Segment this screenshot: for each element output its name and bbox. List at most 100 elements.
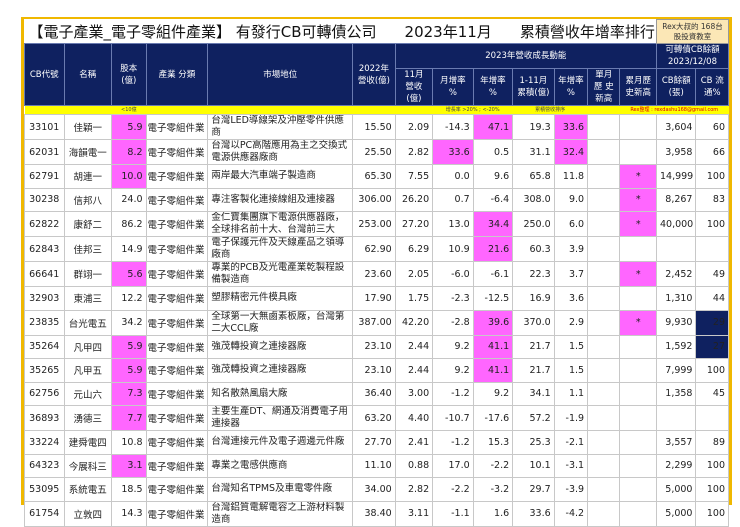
cb-revenue-table: 【電子產業_電子零組件產業】 有發行CB可轉債公司 2023年11月 累積營收年增率…: [24, 19, 730, 527]
cell-chigh: [619, 500, 657, 527]
cell-code: 62031: [24, 139, 65, 165]
cell-chigh: [619, 236, 657, 262]
col-industry: 產業 分類: [145, 43, 209, 106]
cell-capital: 5.9: [111, 114, 147, 140]
cell-market: 台灣以PC高階應用為主之交換式電源供應器廠商: [207, 139, 354, 165]
cell-name: 胡連一: [63, 164, 113, 189]
cell-rev2022: 63.20: [352, 405, 396, 431]
cell-mom: -2.2: [432, 477, 474, 502]
cell-mom: -14.3: [432, 114, 474, 140]
cell-mhigh: [587, 211, 621, 237]
cell-code: 62756: [24, 381, 65, 406]
cell-capital: 5.9: [111, 334, 147, 359]
table-row: 62756 元山六 7.3 電子零組件業 知名散熱風扇大廠 36.40 3.00 -1.2 9.…: [24, 381, 729, 406]
cell-mom: 17.0: [432, 453, 474, 478]
cell-name: 群翊一: [63, 261, 113, 287]
cell-market: 強茂轉投資之連接器廠: [207, 334, 354, 359]
cell-float: 66: [695, 139, 729, 165]
cell-industry: 電子零組件業: [145, 405, 209, 431]
cell-code: 61754: [24, 500, 65, 527]
cell-rev2022: 62.90: [352, 236, 396, 262]
cell-cum-yoy: -3.1: [553, 453, 589, 478]
cell-capital: 24.0: [111, 187, 147, 212]
cell-cum-yoy: -3.9: [553, 477, 589, 502]
cell-chigh: *: [619, 211, 657, 237]
cell-rev2022: 36.40: [352, 381, 396, 406]
cell-yoy: 0.5: [472, 139, 514, 165]
cell-code: 35264: [24, 334, 65, 359]
cell-chigh: [619, 430, 657, 455]
cell-mhigh: [587, 261, 621, 287]
cell-nov: 26.20: [394, 187, 434, 212]
cell-code: 33224: [24, 430, 65, 455]
cell-mhigh: [587, 381, 621, 406]
cell-mhigh: [587, 164, 621, 189]
col-cb-float: CB 流通%: [695, 68, 729, 106]
cell-cb: 2,452: [655, 261, 697, 287]
cell-industry: 電子零組件業: [145, 286, 209, 311]
cell-cb: 8,267: [655, 187, 697, 212]
cell-market: 台灣知名TPMS及車電零件廠: [207, 477, 354, 502]
cell-cb: 1,310: [655, 286, 697, 311]
cell-rev2022: 253.00: [352, 211, 396, 237]
cell-rev2022: 23.10: [352, 358, 396, 383]
col-rev2022: 2022年 營收(億): [352, 43, 396, 106]
cell-float: 45: [695, 381, 729, 406]
table-row: 23835 台光電五 34.2 電子零組件業 全球第一大無鹵素板廠，台灣第二大CCL廠 3…: [24, 309, 729, 336]
cell-chigh: [619, 139, 657, 165]
cell-chigh: [619, 334, 657, 359]
cell-cum: 33.6: [512, 500, 555, 527]
cell-rev2022: 387.00: [352, 309, 396, 336]
cell-float: 60: [695, 114, 729, 140]
cell-float: 44: [695, 286, 729, 311]
cell-nov: 2.82: [394, 477, 434, 502]
cell-capital: 5.6: [111, 261, 147, 287]
cell-cum: 60.3: [512, 236, 555, 262]
cell-cum: 65.8: [512, 164, 555, 189]
cell-mom: -1.1: [432, 500, 474, 527]
cell-rev2022: 27.70: [352, 430, 396, 455]
cell-cb: 3,604: [655, 114, 697, 140]
cell-nov: 2.41: [394, 430, 434, 455]
cell-industry: 電子零組件業: [145, 430, 209, 455]
cell-float: 100: [695, 211, 729, 237]
cell-chigh: *: [619, 187, 657, 212]
cell-cum: 21.7: [512, 334, 555, 359]
cell-cb: 2,299: [655, 453, 697, 478]
cell-rev2022: 17.90: [352, 286, 396, 311]
cell-market: 台灣連接元件及電子週邊元件廠: [207, 430, 354, 455]
cell-yoy: -12.5: [472, 286, 514, 311]
cell-float: 29: [695, 309, 729, 336]
cell-chigh: [619, 358, 657, 383]
cell-cum: 57.2: [512, 405, 555, 431]
cell-cum: 250.0: [512, 211, 555, 237]
cell-mhigh: [587, 405, 621, 431]
cell-yoy: -6.1: [472, 261, 514, 287]
cell-mhigh: [587, 286, 621, 311]
cell-chigh: [619, 477, 657, 502]
cell-industry: 電子零組件業: [145, 500, 209, 527]
cell-nov: 7.55: [394, 164, 434, 189]
title-industry: 【電子產業_電子零組件產業】 有發行CB可轉債公司: [28, 22, 377, 41]
cell-industry: 電子零組件業: [145, 114, 209, 140]
col-cum-yoy: 年增率 %: [553, 68, 589, 106]
cell-cb: 5,000: [655, 500, 697, 527]
cell-cb: 3,557: [655, 430, 697, 455]
cell-market: 專業之電感供應商: [207, 453, 354, 478]
table-row: 30238 信邦八 24.0 電子零組件業 專注客製化連接線組及連接器 306.00 26.…: [24, 187, 729, 212]
cell-mom: -10.7: [432, 405, 474, 431]
cell-industry: 電子零組件業: [145, 236, 209, 262]
cell-code: 36893: [24, 405, 65, 431]
cell-chigh: *: [619, 309, 657, 336]
table-row: 61754 立敦四 14.3 電子零組件業 台灣鋁質電解電容之上游材料製造商 38.40 3…: [24, 500, 729, 527]
cell-market: 知名散熱風扇大廠: [207, 381, 354, 406]
cell-industry: 電子零組件業: [145, 187, 209, 212]
col-cum-high: 累月歷 史新高: [619, 68, 657, 106]
cell-float: 100: [695, 453, 729, 478]
table-row: 62822 康舒二 86.2 電子零組件業 金仁寶集團旗下電源供應器廠，全球排名前十大、…: [24, 211, 729, 237]
cell-rev2022: 23.10: [352, 334, 396, 359]
cell-market: 專業的PCB及光電產業乾製程設備製造商: [207, 261, 354, 287]
cell-cum-yoy: -4.2: [553, 500, 589, 527]
cell-cb: 14,999: [655, 164, 697, 189]
cell-yoy: -2.2: [472, 453, 514, 478]
